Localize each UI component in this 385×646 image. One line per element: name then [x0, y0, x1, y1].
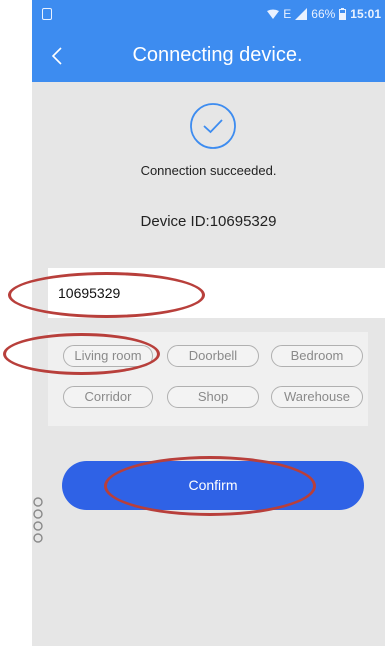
title-bar: Connecting device.: [32, 30, 385, 82]
battery-icon: [339, 8, 347, 20]
tag-living-room[interactable]: Living room: [63, 345, 153, 367]
network-type: E: [283, 7, 292, 21]
device-id-label: Device ID:10695329: [140, 213, 277, 230]
wifi-icon: [267, 9, 280, 19]
sim-icon: [42, 8, 52, 20]
page-title: Connecting device.: [132, 44, 303, 66]
tag-corridor[interactable]: Corridor: [63, 386, 153, 408]
tag-shop[interactable]: Shop: [167, 386, 259, 408]
tag-bedroom[interactable]: Bedroom: [271, 345, 363, 367]
status-bar: E 66% 15:01: [32, 0, 385, 30]
app-screen: E 66% 15:01 Connecting device. Connectio…: [32, 0, 385, 646]
success-check-icon: [190, 103, 236, 149]
connection-status-text: Connection succeeded.: [140, 163, 277, 178]
battery-percent: 66%: [311, 7, 336, 21]
signal-icon: [295, 8, 308, 20]
device-name-input[interactable]: [48, 268, 358, 318]
tag-warehouse[interactable]: Warehouse: [271, 386, 363, 408]
tag-doorbell[interactable]: Doorbell: [167, 345, 259, 367]
room-tag-panel: Living room Doorbell Bedroom Corridor Sh…: [48, 332, 368, 426]
clock: 15:01: [350, 7, 381, 21]
device-name-row: [48, 268, 385, 318]
confirm-button[interactable]: Confirm: [62, 461, 364, 510]
floating-assist-icon[interactable]: [32, 496, 44, 548]
